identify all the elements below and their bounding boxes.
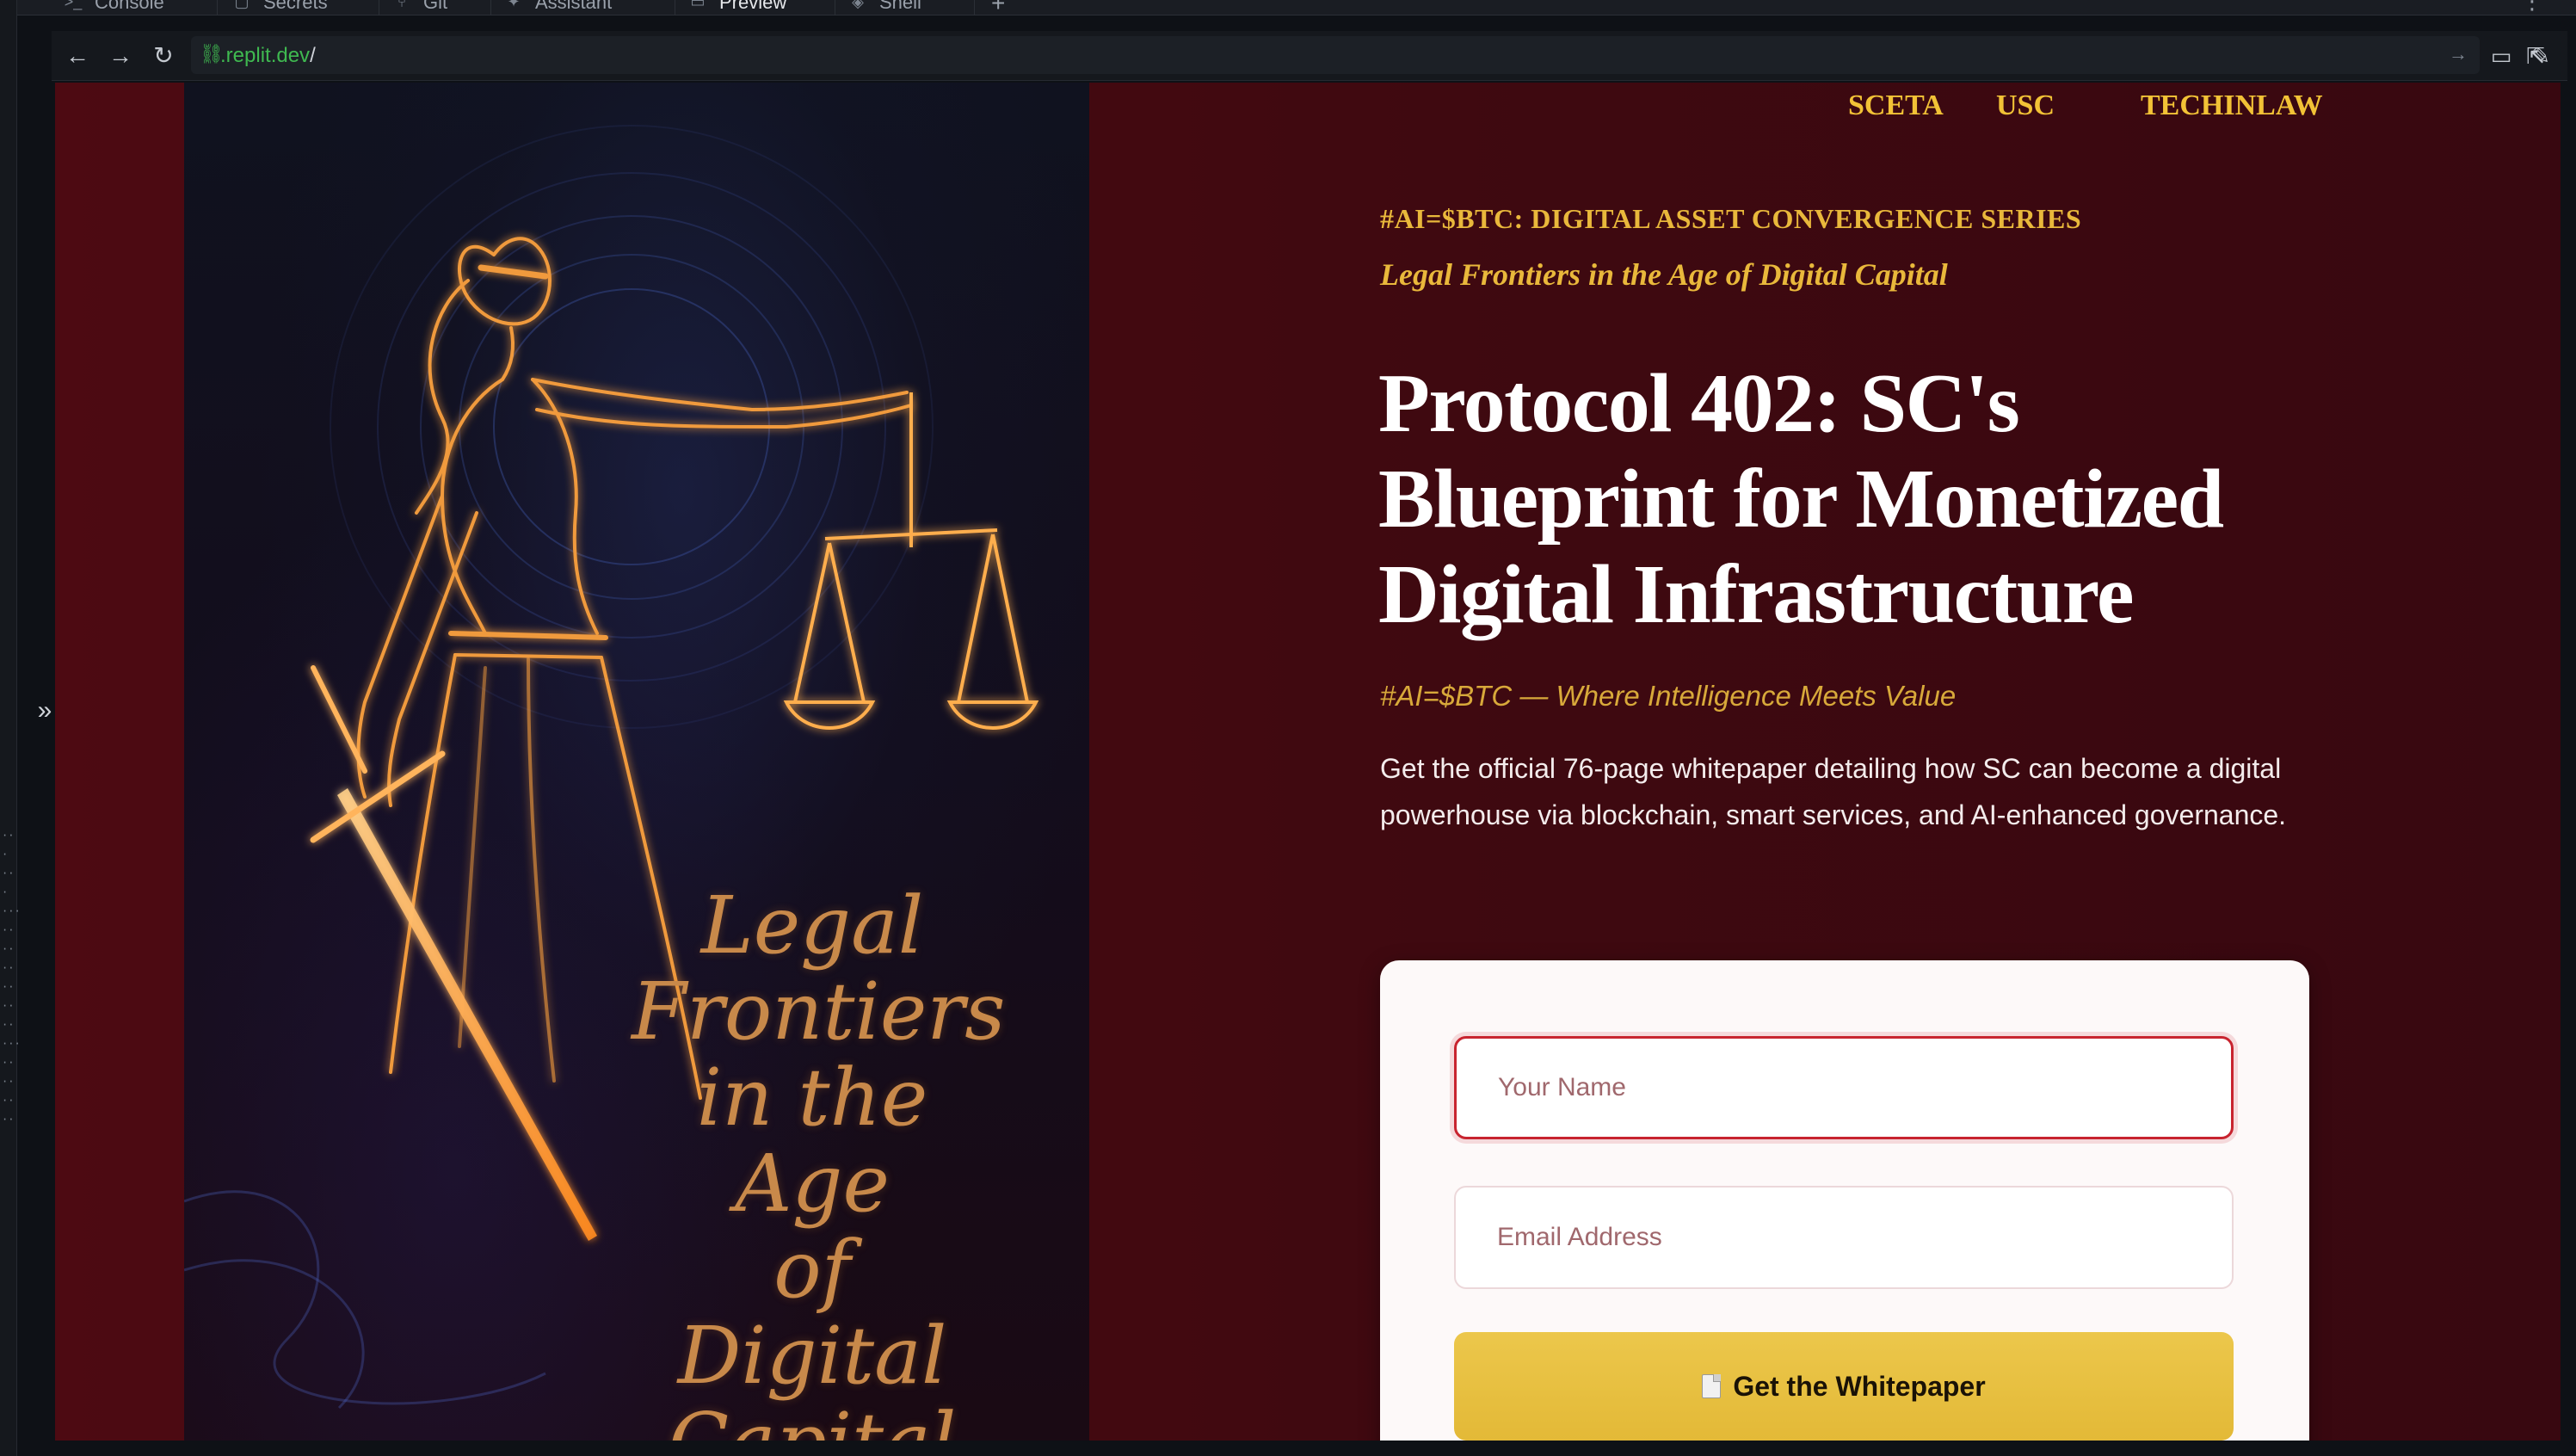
sparkle-icon: ✦ [507,0,521,10]
forward-arrow-icon[interactable]: → [103,39,138,73]
lock-icon: ▢ [234,0,250,10]
add-tab-button[interactable]: + [991,0,1005,15]
series-kicker: #AI=$BTC: DIGITAL ASSET CONVERGENCE SERI… [1380,203,2082,234]
ide-left-rail: ·· · ·· · ··· ·· ·· ·· ·· ·· ·· ··· ·· ·· ·· ·· [0,0,21,1456]
tab-preview[interactable]: ▭ Preview [688,0,786,15]
back-arrow-icon[interactable]: ← [60,39,95,73]
tab-shell[interactable]: ◈ Shell [848,0,921,15]
get-whitepaper-label: Get the Whitepaper [1733,1370,1986,1402]
tab-assistant[interactable]: ✦ Assistant [504,0,612,15]
whitepaper-signup-form: Get the Whitepaper [1380,960,2309,1441]
artwork-caption: Legal Frontiers in the Age of Digital Ca… [632,879,1006,1441]
url-field[interactable]: ⛓ .replit.dev/ → [191,36,2480,74]
url-domain: .replit.dev [220,44,311,67]
document-icon [1702,1374,1722,1398]
terminal-icon: >_ [64,0,83,10]
nav-link-sceta[interactable]: SCETA [1848,89,1944,122]
monitor-icon: ▭ [690,0,706,10]
series-subtitle: Legal Frontiers in the Age of Digital Ca… [1380,257,1948,292]
preview-viewport: Legal Frontiers in the Age of Digital Ca… [55,83,2561,1441]
open-new-tab-icon[interactable]: ⇱ [2521,41,2550,71]
device-preview-icon[interactable]: ▭ [2487,41,2516,71]
shell-icon: ◈ [852,0,864,10]
ide-tab-bar: >_ Console ▢ Secrets ⑂ Git ✦ Assistant ▭… [17,0,2576,15]
git-branch-icon: ⑂ [397,0,407,10]
tab-secrets[interactable]: ▢ Secrets [232,0,327,15]
lady-justice-illustration: Legal Frontiers in the Age of Digital Ca… [184,83,1089,1441]
tab-console[interactable]: >_ Console [64,0,164,15]
navigate-arrow-icon[interactable]: → [2449,43,2468,65]
rail-markers: ·· · ·· · ··· ·· ·· ·· ·· ·· ·· ··· ·· ·· ·· ·· [2,830,21,1126]
tagline: #AI=$BTC — Where Intelligence Meets Valu… [1380,680,1957,712]
name-input[interactable] [1454,1036,2234,1139]
url-path: / [310,44,316,67]
get-whitepaper-button[interactable]: Get the Whitepaper [1454,1332,2234,1441]
nav-link-techinlaw[interactable]: TECHINLAW [2141,89,2323,122]
reload-icon[interactable]: ↻ [146,39,181,73]
email-input[interactable] [1454,1186,2234,1289]
nav-link-usc[interactable]: USC [1996,89,2055,122]
more-options-icon[interactable]: ⋮ [2521,0,2543,15]
whitepaper-description: Get the official 76-page whitepaper deta… [1380,753,2287,830]
preview-url-bar: ← → ↻ ⛓ .replit.dev/ → ▭ ✎ [52,31,2567,81]
tab-git[interactable]: ⑂ Git [392,0,448,15]
page-headline: Protocol 402: SC's Blueprint for Monetiz… [1378,357,2224,641]
